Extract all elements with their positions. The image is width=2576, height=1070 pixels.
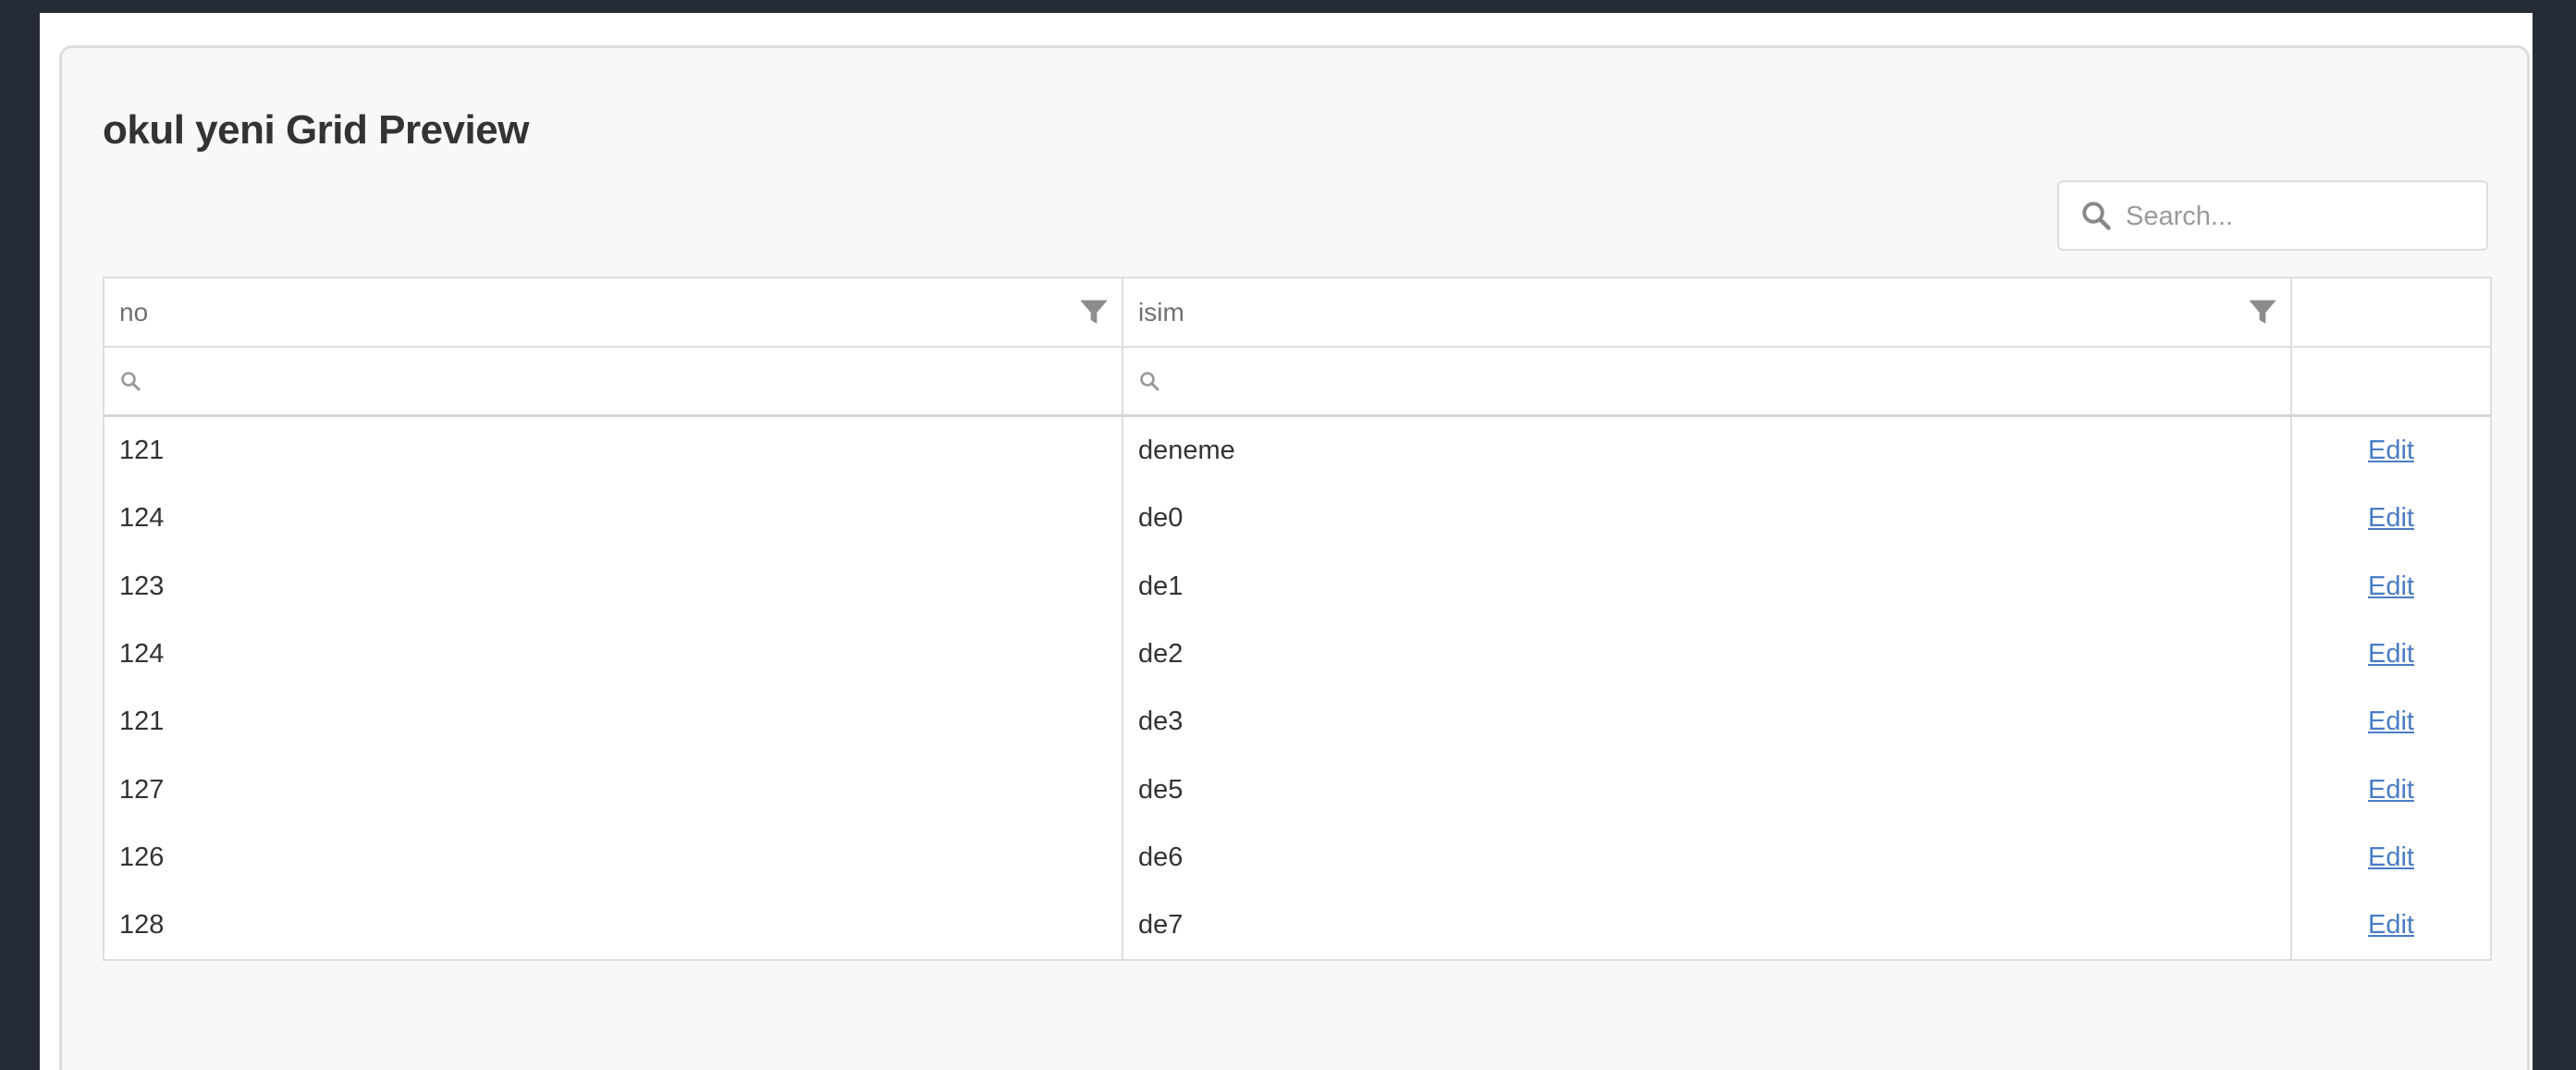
search-input[interactable] (2124, 188, 2479, 245)
edit-link[interactable]: Edit (2368, 436, 2414, 466)
edit-link[interactable]: Edit (2368, 503, 2414, 534)
edit-link[interactable]: Edit (2368, 842, 2414, 873)
table-row: 128 de7 Edit (104, 892, 2490, 960)
cell-action: Edit (2292, 756, 2490, 823)
filter-input-no[interactable] (156, 355, 1103, 407)
filter-input-isim[interactable] (1175, 355, 2272, 407)
edit-link[interactable]: Edit (2368, 910, 2414, 941)
cell-no: 124 (104, 485, 1123, 553)
edit-link[interactable]: Edit (2368, 707, 2414, 737)
cell-action: Edit (2292, 688, 2490, 756)
filter-cell-actions (2292, 348, 2490, 414)
cell-no: 121 (104, 417, 1123, 486)
cell-action: Edit (2292, 892, 2490, 959)
cell-no: 126 (104, 823, 1123, 892)
cell-no: 121 (104, 688, 1123, 756)
search-icon (121, 372, 141, 391)
edit-link[interactable]: Edit (2368, 572, 2414, 602)
cell-action: Edit (2292, 417, 2490, 485)
page-title: okul yeni Grid Preview (103, 107, 529, 153)
cell-action: Edit (2292, 553, 2490, 621)
column-header-isim[interactable]: isim (1123, 278, 2292, 346)
cell-isim: de5 (1123, 756, 2292, 824)
table-row: 127 de5 Edit (104, 756, 2490, 824)
table-row: 121 deneme Edit (104, 417, 2490, 486)
page: okul yeni Grid Preview no isim (40, 13, 2533, 1070)
grid-filter-row (104, 348, 2490, 417)
cell-action: Edit (2292, 824, 2490, 892)
cell-isim: de2 (1123, 620, 2292, 689)
cell-isim: de6 (1123, 823, 2292, 892)
column-header-no[interactable]: no (104, 278, 1123, 346)
table-row: 123 de1 Edit (104, 552, 2490, 621)
cell-isim: de1 (1123, 552, 2292, 621)
column-header-label: isim (1138, 297, 1184, 326)
cell-isim: de3 (1123, 688, 2292, 756)
table-row: 126 de6 Edit (104, 823, 2490, 892)
data-grid: no isim 121 deneme Edit 124 de0 Edit 123… (103, 277, 2492, 962)
filter-icon[interactable] (2248, 299, 2277, 326)
filter-cell-isim[interactable] (1123, 348, 2292, 414)
grid-body: 121 deneme Edit 124 de0 Edit 123 de1 Edi… (104, 417, 2490, 960)
column-header-label: no (119, 297, 149, 326)
filter-icon[interactable] (1079, 299, 1109, 326)
grid-preview-panel: okul yeni Grid Preview no isim (59, 45, 2530, 1070)
table-row: 121 de3 Edit (104, 688, 2490, 756)
cell-action: Edit (2292, 485, 2490, 552)
grid-header-row: no isim (104, 278, 2490, 348)
search-box[interactable] (2057, 180, 2488, 251)
table-row: 124 de0 Edit (104, 485, 2490, 553)
cell-no: 128 (104, 892, 1123, 960)
cell-isim: de0 (1123, 485, 2292, 553)
edit-link[interactable]: Edit (2368, 639, 2414, 670)
cell-no: 127 (104, 756, 1123, 824)
cell-isim: deneme (1123, 417, 2292, 486)
search-icon (1140, 372, 1159, 391)
cell-no: 124 (104, 620, 1123, 689)
cell-action: Edit (2292, 621, 2490, 688)
edit-link[interactable]: Edit (2368, 775, 2414, 806)
cell-no: 123 (104, 552, 1123, 621)
column-header-actions (2292, 278, 2490, 346)
search-icon (2082, 202, 2111, 230)
cell-isim: de7 (1123, 892, 2292, 960)
filter-cell-no[interactable] (104, 348, 1123, 414)
table-row: 124 de2 Edit (104, 620, 2490, 689)
